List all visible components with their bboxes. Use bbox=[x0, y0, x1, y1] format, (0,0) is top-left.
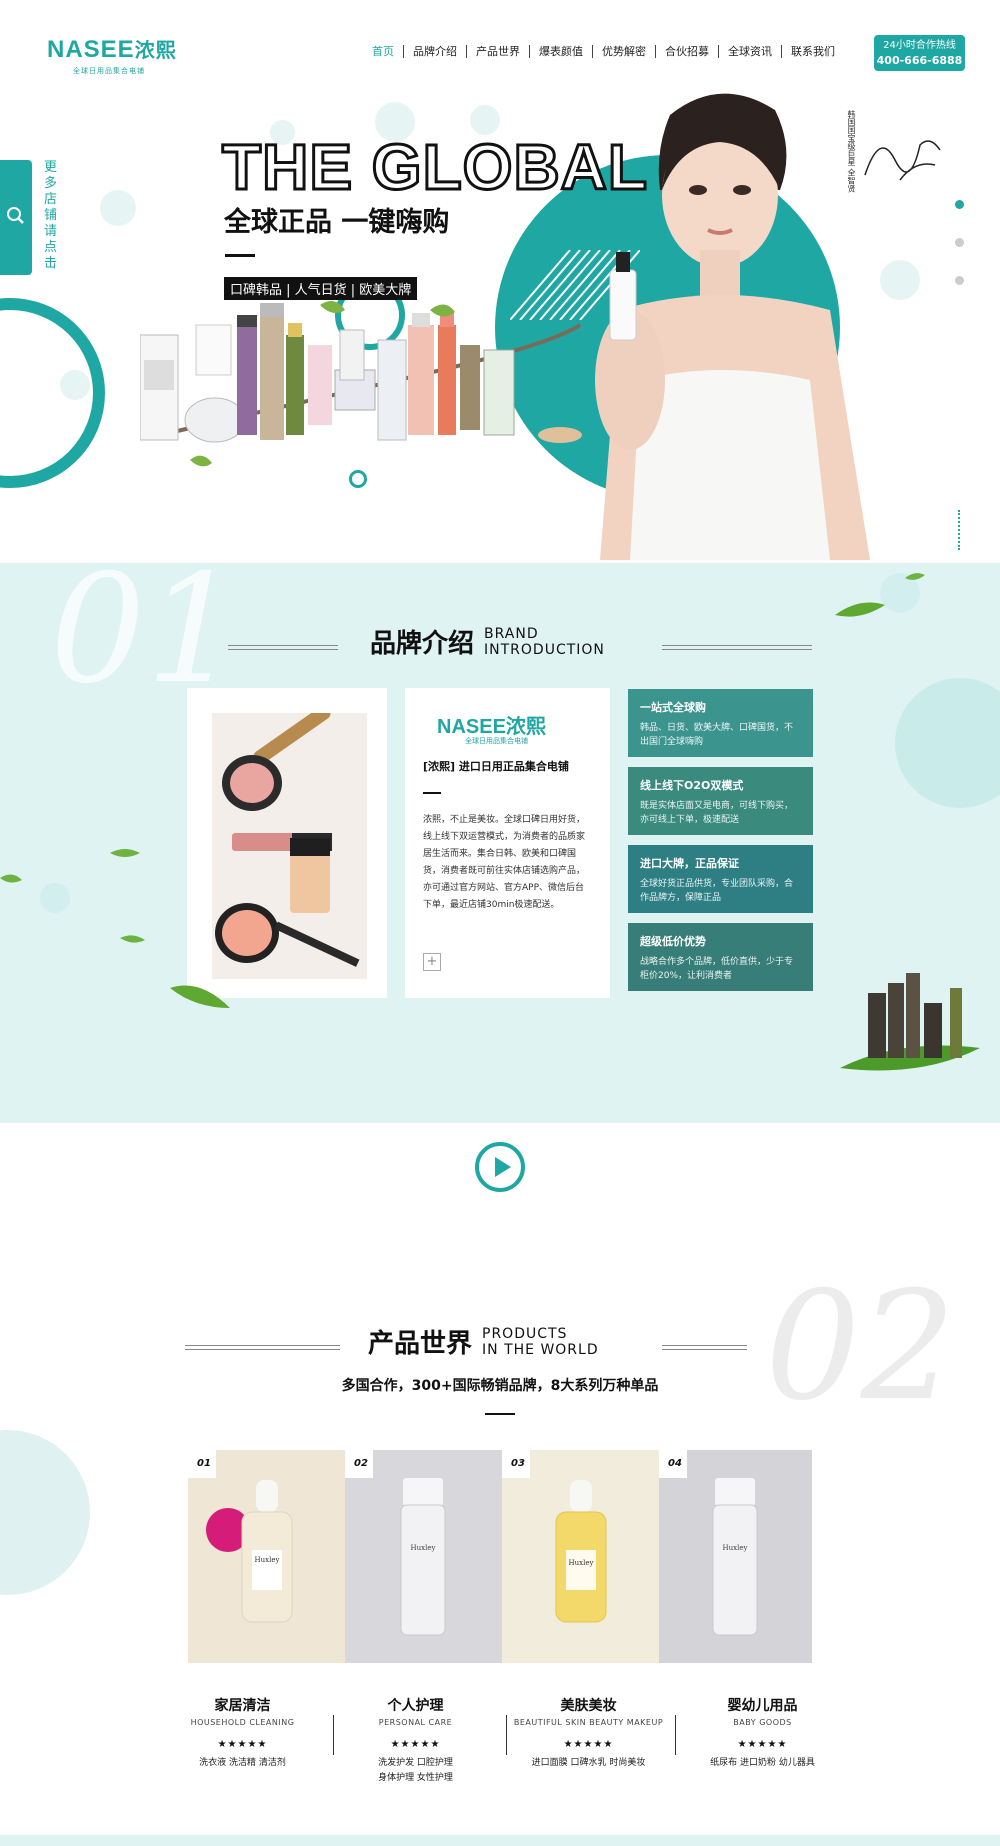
bottle-label: Huxley bbox=[723, 1544, 748, 1552]
rating-stars: ★★★★★ bbox=[217, 1739, 268, 1750]
main-nav: 首页 品牌介绍 产品世界 爆表颜值 优势解密 合伙招募 全球资讯 联系我们 bbox=[372, 45, 844, 58]
play-icon bbox=[495, 1157, 511, 1177]
nav-advantages[interactable]: 优势解密 bbox=[592, 45, 655, 58]
products-title-en-2: IN THE WORLD bbox=[482, 1341, 599, 1358]
slider-dot-active[interactable] bbox=[955, 200, 964, 209]
category-items: 洗衣液 洗洁精 清洁剂 bbox=[199, 1758, 286, 1768]
nav-brand[interactable]: 品牌介绍 bbox=[403, 45, 466, 58]
brand-section: 01 品牌介绍 BRAND INTRODUCTION NASEE浓熙 全球日用品… bbox=[0, 563, 1000, 1123]
category-en: BEAUTIFUL SKIN BEAUTY MAKEUP bbox=[513, 1718, 664, 1727]
deco-dot bbox=[100, 190, 136, 226]
nav-contact[interactable]: 联系我们 bbox=[781, 45, 844, 58]
lotion-bottle-image: Huxley bbox=[400, 1478, 446, 1636]
products-title-cn: 产品世界 bbox=[368, 1329, 473, 1359]
signature-image bbox=[864, 140, 941, 181]
nav-partners[interactable]: 合伙招募 bbox=[655, 45, 718, 58]
rating-stars: ★★★★★ bbox=[737, 1739, 788, 1750]
tile-number: 01 bbox=[188, 1450, 216, 1478]
toner-bottle-image: Huxley bbox=[712, 1478, 758, 1636]
nav-products[interactable]: 产品世界 bbox=[466, 45, 529, 58]
category-items: 洗发护发 口腔护理 bbox=[378, 1758, 453, 1768]
category-en: BABY GOODS bbox=[733, 1718, 792, 1727]
tile-number: 04 bbox=[659, 1450, 687, 1478]
product-group-image bbox=[140, 301, 582, 467]
logo-cn: 浓熙 bbox=[134, 38, 177, 62]
category-item[interactable]: 美肤美妆 BEAUTIFUL SKIN BEAUTY MAKEUP ★★★★★ … bbox=[506, 1695, 671, 1771]
category-items: 身体护理 女性护理 bbox=[378, 1773, 453, 1783]
rating-stars: ★★★★★ bbox=[390, 1739, 441, 1750]
product-tile[interactable]: Huxley 01 bbox=[188, 1450, 345, 1663]
category-name: 个人护理 bbox=[387, 1698, 444, 1714]
category-divider bbox=[675, 1715, 676, 1755]
hero-side-caption: 韩国国宝级巨星 全智贤 bbox=[847, 110, 856, 193]
side-search-label[interactable]: 更多店铺请点击 bbox=[44, 160, 58, 272]
bottle-label: Huxley bbox=[411, 1544, 436, 1552]
rating-stars: ★★★★★ bbox=[563, 1739, 614, 1750]
product-tile[interactable]: Huxley 04 bbox=[659, 1450, 812, 1663]
section-number: 02 bbox=[765, 1275, 956, 1434]
title-line-right bbox=[662, 1345, 747, 1350]
hero-divider bbox=[225, 254, 255, 257]
category-en: PERSONAL CARE bbox=[378, 1718, 453, 1727]
category-item[interactable]: 婴幼儿用品 BABY GOODS ★★★★★ 纸尿布 进口奶粉 幼儿器具 bbox=[680, 1695, 845, 1771]
title-line-left bbox=[185, 1345, 340, 1350]
product-tile[interactable]: Huxley 03 bbox=[502, 1450, 659, 1663]
category-name: 家居清洁 bbox=[214, 1698, 271, 1714]
slider-dots bbox=[955, 200, 964, 314]
hotline-label: 24小时合作热线 bbox=[883, 40, 956, 51]
product-tile[interactable]: Huxley 02 bbox=[345, 1450, 502, 1663]
site-logo[interactable]: NASEE浓熙 全球日用品集合电铺 bbox=[47, 34, 177, 76]
products-section: 02 产品世界 PRODUCTS IN THE WORLD 多国合作，300+国际… bbox=[0, 1275, 1000, 1846]
tile-number: 02 bbox=[345, 1450, 373, 1478]
deco-dot bbox=[0, 1430, 90, 1595]
products-subtitle: 多国合作，300+国际畅销品牌，8大系列万种单品 bbox=[341, 1378, 659, 1394]
bottle-label: Huxley bbox=[569, 1559, 594, 1567]
category-item[interactable]: 家居清洁 HOUSEHOLD CLEANING ★★★★★ 洗衣液 洗洁精 清洁… bbox=[160, 1695, 325, 1771]
category-items: 进口面膜 口碑水乳 时尚美妆 bbox=[531, 1758, 646, 1768]
hotline-number: 400-666-6888 bbox=[876, 54, 963, 67]
category-en: HOUSEHOLD CLEANING bbox=[190, 1718, 295, 1727]
products-title: 产品世界 PRODUCTS IN THE WORLD bbox=[368, 1323, 599, 1360]
oil-bottle-image: Huxley bbox=[555, 1480, 607, 1623]
products-title-en-1: PRODUCTS bbox=[482, 1325, 568, 1342]
video-play-button[interactable] bbox=[475, 1142, 525, 1192]
hero-banner: THE GLOBAL 全球正品 一键嗨购 口碑韩品 | 人气日货 | 欧美大牌 bbox=[0, 80, 1000, 560]
logo-text: NASEE bbox=[47, 36, 135, 63]
side-search-button[interactable] bbox=[0, 160, 32, 275]
category-items: 纸尿布 进口奶粉 幼儿器具 bbox=[710, 1758, 815, 1768]
tile-number: 03 bbox=[502, 1450, 530, 1478]
category-name: 婴幼儿用品 bbox=[727, 1698, 798, 1714]
hero-subtitle: 全球正品 一键嗨购 bbox=[224, 207, 450, 238]
slider-dot[interactable] bbox=[955, 276, 964, 285]
bottle-label: Huxley bbox=[255, 1556, 280, 1564]
search-icon bbox=[7, 207, 24, 224]
footer-strip bbox=[0, 1835, 1000, 1846]
hotline-badge[interactable]: 24小时合作热线 400-666-6888 bbox=[874, 35, 965, 71]
slider-dot[interactable] bbox=[955, 238, 964, 247]
logo-tagline: 全球日用品集合电铺 bbox=[73, 67, 145, 75]
nav-looks[interactable]: 爆表颜值 bbox=[529, 45, 592, 58]
products-divider bbox=[485, 1413, 515, 1415]
category-item[interactable]: 个人护理 PERSONAL CARE ★★★★★ 洗发护发 口腔护理 身体护理 女… bbox=[333, 1695, 498, 1786]
hero-model-image bbox=[595, 93, 870, 560]
decor-leaves bbox=[0, 573, 980, 1071]
nav-news[interactable]: 全球资讯 bbox=[718, 45, 781, 58]
nav-home[interactable]: 首页 bbox=[372, 45, 403, 58]
category-name: 美肤美妆 bbox=[560, 1698, 617, 1714]
serum-bottle-image: Huxley bbox=[206, 1480, 293, 1623]
deco-ring bbox=[0, 298, 105, 488]
deco-dotted-line bbox=[958, 510, 960, 550]
